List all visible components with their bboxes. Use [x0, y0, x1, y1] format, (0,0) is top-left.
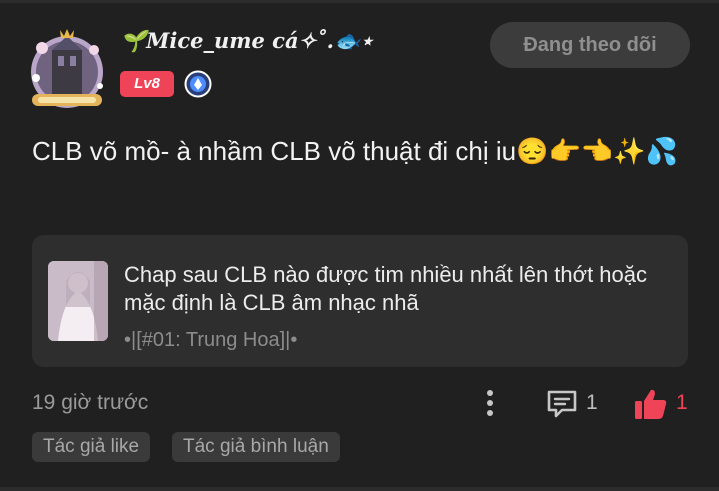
member-badge-icon — [184, 70, 212, 98]
top-divider — [0, 0, 719, 3]
bottom-divider — [0, 487, 719, 491]
author-name[interactable]: 🌱𝑴𝒊𝒄𝒆_𝒖𝒎𝒆 𝒄á✧˚.🐟⋆ — [120, 28, 373, 54]
comment-icon[interactable] — [546, 389, 578, 419]
chapter-title: Chap sau CLB nào được tim nhiều nhất lên… — [124, 262, 648, 315]
post-timestamp: 19 giờ trước — [32, 391, 149, 414]
avatar[interactable] — [24, 26, 110, 112]
chapter-subtitle: •|[#01: Trung Hoa]|• — [124, 329, 298, 351]
comment-count: 1 — [586, 391, 598, 414]
like-count: 1 — [676, 391, 688, 414]
tag-author-liked: Tác giả like — [32, 432, 151, 462]
level-badge: Lv8 — [120, 71, 174, 97]
more-vertical-icon[interactable] — [480, 388, 500, 418]
post-content: CLB võ mồ- à nhầm CLB võ thuật đi chị iu… — [32, 136, 678, 166]
chapter-thumbnail — [48, 261, 108, 341]
linked-chapter-card[interactable]: Chap sau CLB nào được tim nhiều nhất lên… — [32, 235, 688, 367]
avatar-frame-icon — [31, 29, 103, 108]
thumbs-up-icon[interactable] — [634, 388, 668, 420]
following-button[interactable]: Đang theo dõi — [490, 22, 690, 68]
tag-author-commented: Tác giả bình luận — [172, 432, 340, 462]
